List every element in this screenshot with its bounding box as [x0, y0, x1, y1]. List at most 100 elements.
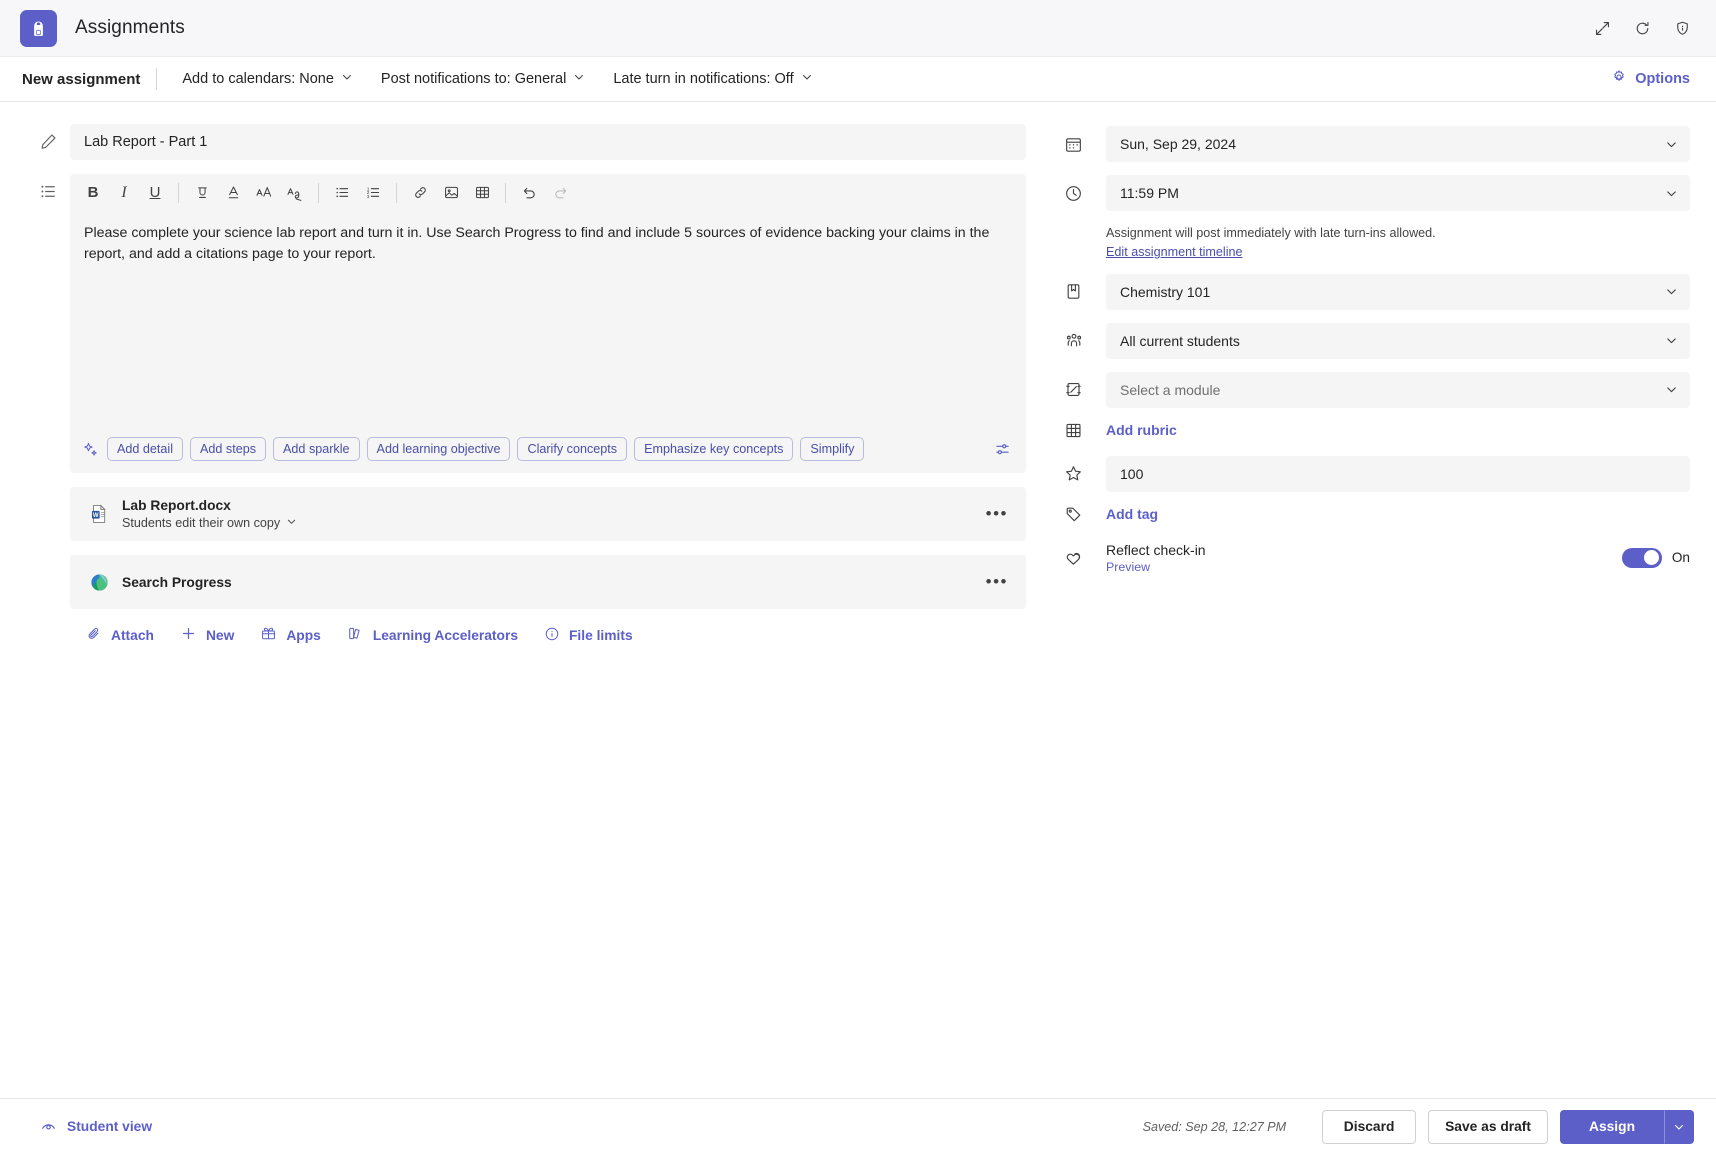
italic-button[interactable]: I	[109, 179, 139, 207]
chip-emphasize-key-concepts[interactable]: Emphasize key concepts	[634, 437, 794, 461]
numbered-list-icon[interactable]: 1 2 3	[358, 179, 388, 207]
assignment-title-input[interactable]	[70, 124, 1026, 160]
module-placeholder: Select a module	[1120, 381, 1221, 398]
attachment-filename: Lab Report.docx	[122, 498, 231, 513]
add-to-calendars-label: Add to calendars: None	[182, 71, 334, 87]
add-rubric-button[interactable]: Add rubric	[1106, 422, 1690, 438]
chip-add-sparkle[interactable]: Add sparkle	[273, 437, 360, 461]
options-label: Options	[1635, 71, 1690, 87]
class-dropdown[interactable]: Chemistry 101	[1106, 273, 1690, 310]
star-icon	[1060, 464, 1106, 483]
add-tag-button[interactable]: Add tag	[1106, 506, 1690, 522]
chevron-down-icon	[1665, 383, 1678, 396]
new-label: New	[205, 627, 235, 643]
attachment-item[interactable]: Search Progress •••	[70, 555, 1026, 609]
command-divider	[156, 68, 158, 90]
reflect-checkin-row: Reflect check-in Preview On	[1060, 542, 1690, 574]
file-limits-button[interactable]: File limits	[544, 626, 633, 645]
pencil-icon	[26, 124, 70, 151]
insert-table-icon[interactable]	[467, 179, 497, 207]
chip-add-detail[interactable]: Add detail	[107, 437, 184, 461]
class-row: Chemistry 101	[1060, 273, 1690, 310]
saved-status: Saved: Sep 28, 12:27 PM	[1142, 1119, 1287, 1134]
due-time-row: 11:59 PM	[1060, 175, 1690, 211]
options-button[interactable]: Options	[1603, 64, 1698, 94]
discard-button[interactable]: Discard	[1322, 1109, 1417, 1144]
post-notifications-label: Post notifications to: General	[380, 71, 567, 87]
assignments-window: Assignments New assignment Add to calend…	[0, 0, 1716, 1154]
apps-icon	[260, 625, 277, 645]
post-notifications-dropdown[interactable]: Post notifications to: General	[372, 66, 594, 92]
due-date-row: Sun, Sep 29, 2024	[1060, 126, 1690, 162]
underline-button[interactable]: U	[140, 179, 170, 207]
edit-assignment-timeline-link[interactable]: Edit assignment timeline	[1106, 243, 1243, 262]
due-date-value: Sun, Sep 29, 2024	[1120, 136, 1236, 152]
expand-icon[interactable]	[1586, 12, 1618, 44]
instructions-list-icon	[26, 160, 70, 201]
add-to-calendars-dropdown[interactable]: Add to calendars: None	[173, 66, 362, 92]
undo-icon[interactable]	[514, 179, 544, 207]
class-value: Chemistry 101	[1120, 283, 1211, 300]
chip-add-steps[interactable]: Add steps	[190, 437, 267, 461]
chip-clarify-concepts[interactable]: Clarify concepts	[517, 437, 628, 461]
toggle-knob	[1643, 550, 1659, 566]
book-icon	[1060, 282, 1106, 301]
chip-simplify[interactable]: Simplify	[800, 437, 865, 461]
reflect-checkin-toggle[interactable]	[1621, 547, 1662, 568]
chevron-down-icon	[801, 71, 813, 87]
eye-preview-icon	[40, 1117, 57, 1137]
bold-button[interactable]: B	[78, 179, 108, 207]
students-value: All current students	[1120, 332, 1240, 349]
shield-info-icon[interactable]	[1666, 12, 1698, 44]
students-row: All current students	[1060, 322, 1690, 359]
clock-icon	[1060, 184, 1106, 203]
reflect-toggle-group: On	[1621, 547, 1690, 568]
learning-accelerators-icon	[347, 625, 364, 645]
bulleted-list-icon[interactable]	[327, 179, 357, 207]
student-view-label: Student view	[67, 1119, 153, 1134]
highlight-icon[interactable]	[187, 179, 217, 207]
apps-button[interactable]: Apps	[260, 625, 321, 645]
attachment-more-options-button[interactable]: •••	[982, 504, 1012, 524]
learning-accelerators-button[interactable]: Learning Accelerators	[347, 625, 518, 645]
students-dropdown[interactable]: All current students	[1106, 322, 1690, 359]
assign-button[interactable]: Assign	[1560, 1109, 1664, 1144]
font-color-icon[interactable]	[218, 179, 248, 207]
student-view-button[interactable]: Student view	[26, 1117, 152, 1137]
module-dropdown[interactable]: Select a module	[1106, 371, 1690, 408]
reflect-preview-link[interactable]: Preview	[1106, 560, 1622, 574]
insert-image-icon[interactable]	[436, 179, 466, 207]
font-size-icon[interactable]	[249, 179, 279, 207]
due-date-picker[interactable]: Sun, Sep 29, 2024	[1106, 126, 1690, 162]
attachment-permission-dropdown[interactable]: Students edit their own copy	[122, 516, 982, 530]
attachment-item[interactable]: W Lab Report.docx Students edit their ow…	[70, 487, 1026, 541]
apps-label: Apps	[286, 627, 321, 643]
instructions-text[interactable]: Please complete your science lab report …	[70, 211, 1026, 429]
module-icon	[1060, 380, 1106, 399]
redo-icon[interactable]	[545, 179, 575, 207]
due-time-picker[interactable]: 11:59 PM	[1106, 175, 1690, 211]
points-row	[1060, 455, 1690, 492]
backpack-icon	[20, 9, 57, 47]
reflect-hearts-icon	[1060, 548, 1106, 568]
insert-link-icon[interactable]	[405, 179, 435, 207]
assign-dropdown-button[interactable]	[1664, 1109, 1694, 1144]
attach-button[interactable]: Attach	[86, 626, 154, 645]
save-as-draft-button[interactable]: Save as draft	[1428, 1109, 1548, 1144]
points-input[interactable]	[1106, 455, 1690, 492]
reflect-text-block: Reflect check-in Preview	[1106, 542, 1622, 574]
new-button[interactable]: New	[180, 625, 234, 645]
attachment-more-options-button[interactable]: •••	[982, 572, 1012, 592]
attachment-filename: Search Progress	[122, 574, 232, 590]
assign-button-group: Assign	[1548, 1109, 1694, 1144]
attachments-gutter	[26, 473, 70, 481]
footer-bar: Student view Saved: Sep 28, 12:27 PM Dis…	[0, 1098, 1716, 1154]
late-turnin-notifications-dropdown[interactable]: Late turn in notifications: Off	[604, 66, 821, 92]
tag-icon	[1060, 505, 1106, 524]
plus-icon	[180, 625, 197, 645]
clear-formatting-icon[interactable]	[280, 179, 310, 207]
info-circle-icon	[544, 626, 560, 645]
ai-settings-sliders-icon[interactable]	[987, 440, 1012, 459]
refresh-icon[interactable]	[1626, 12, 1658, 44]
chip-add-learning-objective[interactable]: Add learning objective	[366, 437, 511, 461]
